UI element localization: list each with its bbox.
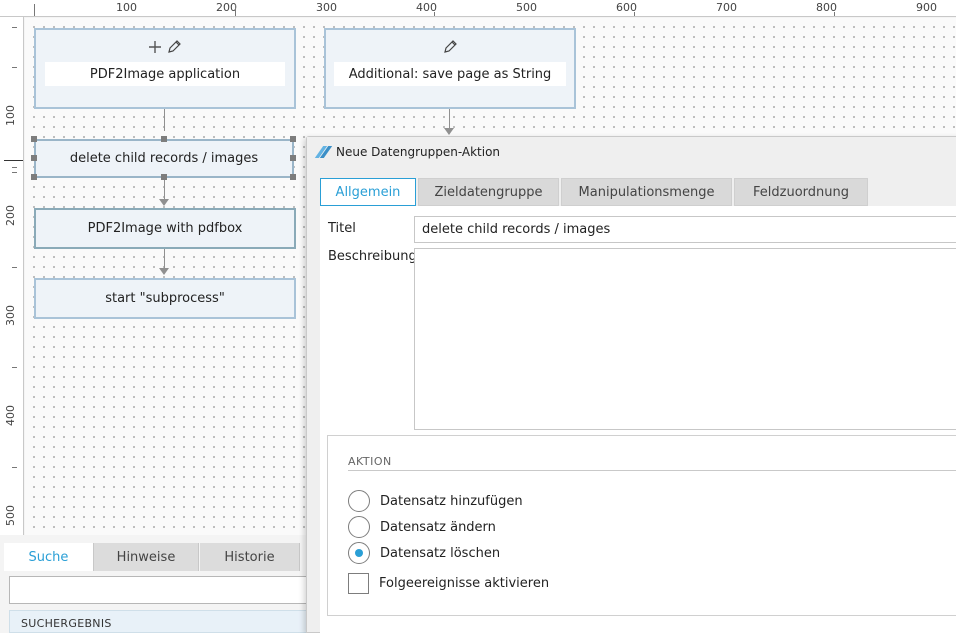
- resize-handle[interactable]: [31, 174, 37, 180]
- tab-hinweise[interactable]: Hinweise: [94, 543, 199, 571]
- pencil-icon[interactable]: [442, 39, 458, 55]
- dialog-body: Titel delete child records / images Besc…: [320, 206, 956, 633]
- search-input[interactable]: [9, 576, 309, 604]
- vertical-ruler: 100 200 300 400 500: [0, 17, 24, 535]
- option-folgeereignisse[interactable]: Folgeereignisse aktivieren: [348, 573, 549, 594]
- arrow-down-icon: [444, 128, 454, 135]
- flow-node-pdf2image-application[interactable]: PDF2Image application: [34, 28, 296, 109]
- titel-input[interactable]: delete child records / images: [414, 216, 956, 243]
- ruler-ticks: [4, 27, 23, 468]
- datengruppen-aktion-dialog: Neue Datengruppen-Aktion Allgemein Zield…: [306, 136, 956, 633]
- radio-button[interactable]: [348, 490, 370, 512]
- aktion-title: AKTION: [348, 455, 392, 468]
- node-label: start "subprocess": [105, 291, 225, 306]
- dialog-title: Neue Datengruppen-Aktion: [336, 145, 501, 159]
- tab-feldzuordnung[interactable]: Feldzuordnung: [734, 178, 868, 206]
- resize-handle[interactable]: [31, 136, 37, 142]
- flow-node-start-subprocess[interactable]: start "subprocess": [34, 278, 296, 319]
- node-label: PDF2Image application: [45, 62, 285, 86]
- option-aendern[interactable]: Datensatz ändern: [348, 516, 496, 538]
- resize-handle[interactable]: [31, 155, 37, 161]
- option-label: Datensatz hinzufügen: [380, 493, 523, 509]
- resize-handle[interactable]: [290, 155, 296, 161]
- tab-zieldatengruppe[interactable]: Zieldatengruppe: [418, 178, 559, 206]
- folgeereignisse-checkbox[interactable]: [348, 573, 369, 594]
- arrow-down-icon: [159, 199, 169, 206]
- radio-button-selected[interactable]: [348, 542, 370, 564]
- titel-label: Titel: [328, 221, 356, 236]
- tab-manipulationsmenge[interactable]: Manipulationsmenge: [561, 178, 732, 206]
- connector-line: [449, 109, 450, 129]
- flow-node-delete-child-records[interactable]: delete child records / images: [34, 139, 294, 178]
- horizontal-ruler: 100 200 300 400 500 600 700 800 900: [0, 0, 956, 17]
- node-label: delete child records / images: [69, 151, 259, 166]
- dialog-titlebar[interactable]: Neue Datengruppen-Aktion: [307, 137, 956, 167]
- connector-line: [164, 249, 165, 269]
- search-panel: Suche Hinweise Historie SUCHERGEBNIS: [0, 536, 310, 633]
- beschreibung-textarea[interactable]: [414, 248, 956, 430]
- checkbox-label: Folgeereignisse aktivieren: [379, 576, 550, 591]
- divider: [348, 470, 956, 471]
- results-header: SUCHERGEBNIS: [9, 610, 309, 633]
- tab-historie[interactable]: Historie: [200, 543, 300, 571]
- tab-allgemein[interactable]: Allgemein: [320, 178, 416, 206]
- app-logo-icon: [316, 146, 329, 159]
- connector-line: [164, 180, 165, 200]
- connector-line: [164, 109, 165, 131]
- node-icons: [148, 36, 182, 58]
- node-label: Additional: save page as String: [334, 62, 566, 86]
- aktion-group: AKTION Datensatz hinzufügen Datensatz än…: [327, 435, 956, 616]
- node-icons: [442, 36, 458, 58]
- plus-icon[interactable]: [148, 40, 162, 54]
- node-label: PDF2Image with pdfbox: [87, 221, 243, 236]
- radio-button[interactable]: [348, 516, 370, 538]
- flow-node-save-page-as-string[interactable]: Additional: save page as String: [324, 28, 576, 109]
- resize-handle[interactable]: [161, 136, 167, 142]
- tab-suche[interactable]: Suche: [4, 543, 94, 571]
- beschreibung-label: Beschreibung: [328, 249, 417, 264]
- option-loeschen[interactable]: Datensatz löschen: [348, 542, 500, 564]
- ruler-ticks: [34, 4, 835, 16]
- option-label: Datensatz löschen: [380, 545, 501, 561]
- option-label: Datensatz ändern: [380, 519, 496, 535]
- option-hinzufuegen[interactable]: Datensatz hinzufügen: [348, 490, 523, 512]
- resize-handle[interactable]: [290, 136, 296, 142]
- arrow-down-icon: [159, 268, 169, 275]
- flow-node-pdf2image-pdfbox[interactable]: PDF2Image with pdfbox: [34, 208, 296, 249]
- resize-handle[interactable]: [290, 174, 296, 180]
- pencil-icon[interactable]: [166, 39, 182, 55]
